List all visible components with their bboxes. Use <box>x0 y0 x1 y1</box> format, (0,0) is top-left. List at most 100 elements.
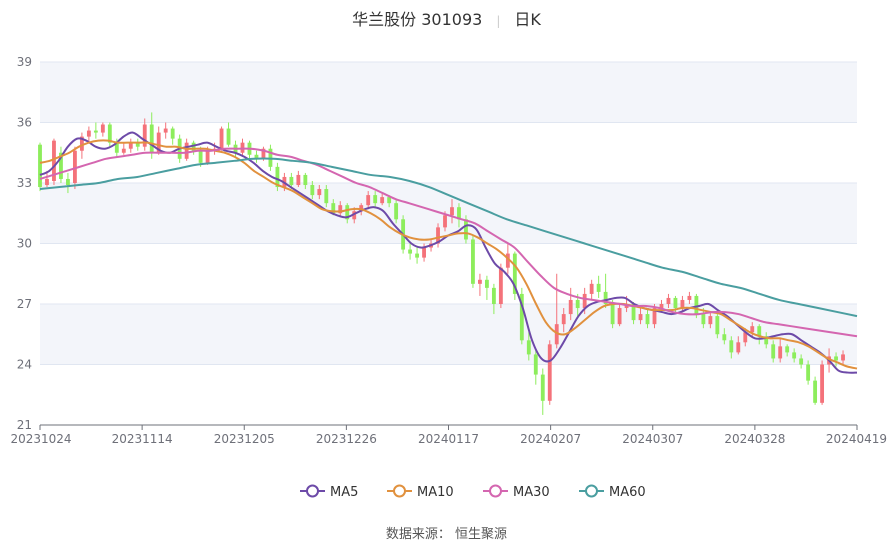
legend-marker <box>489 484 502 498</box>
candle-body <box>491 287 496 304</box>
candle <box>142 118 147 151</box>
candle-body <box>415 253 419 258</box>
candle-body <box>729 340 734 353</box>
legend-marker <box>306 484 319 498</box>
candle-body <box>666 297 671 304</box>
candle-body <box>575 299 580 309</box>
candle-body <box>86 130 91 137</box>
x-tick-label: 20231114 <box>112 432 173 446</box>
candle <box>408 243 413 260</box>
candle-body <box>771 344 776 359</box>
y-tick-label: 30 <box>17 237 32 251</box>
x-axis: 20231024 20231114 20231205 20231226 20240117… <box>10 424 887 446</box>
candle-body <box>645 314 650 325</box>
candles <box>38 112 845 415</box>
x-tick-label: 20240419 <box>826 432 887 446</box>
x-tick-label: 20240328 <box>724 432 785 446</box>
legend: MA5 MA10 MA30 MA60 <box>300 484 646 500</box>
candle-body <box>478 279 482 284</box>
candle-body <box>93 130 98 133</box>
candle-body <box>708 316 713 325</box>
candle-body <box>373 195 378 204</box>
candle-body <box>540 374 545 401</box>
candle <box>687 291 692 304</box>
data-source: 数据来源： 恒生聚源 <box>385 527 508 542</box>
candle-body <box>715 316 720 335</box>
candle-body <box>526 340 531 355</box>
candle-body <box>38 144 42 188</box>
candle <box>540 368 545 415</box>
candle <box>107 122 112 147</box>
candle-body <box>799 358 804 365</box>
band-36 <box>40 62 857 123</box>
candle-body <box>303 174 308 186</box>
candle <box>519 287 524 345</box>
candle-body <box>471 239 475 284</box>
y-tick-label: 21 <box>17 418 32 432</box>
candle <box>219 126 224 151</box>
candle-body <box>198 150 203 163</box>
x-tick-label: 20231226 <box>316 432 377 446</box>
candle-body <box>820 364 825 403</box>
candle-body <box>422 247 426 258</box>
candle-body <box>547 344 552 401</box>
legend-label: MA30 <box>513 485 550 500</box>
candle <box>512 251 517 300</box>
candle <box>415 247 419 264</box>
candle-body <box>680 299 685 309</box>
legend-label: MA60 <box>609 485 646 500</box>
candle <box>52 138 56 186</box>
candle-body <box>806 364 811 381</box>
candle-body <box>778 346 783 359</box>
candle-body <box>450 207 454 216</box>
candle-body <box>785 346 790 353</box>
candlestick-chart: 21242730333639 20231024 20231114 20231205 2… <box>10 55 887 500</box>
x-tick-label: 20240307 <box>622 432 683 446</box>
candle-body <box>296 174 301 186</box>
candle-body <box>170 128 175 139</box>
candle-body <box>184 142 189 159</box>
legend-item-ma10: MA10 <box>387 484 454 500</box>
candle-body <box>464 219 468 240</box>
chart-container: 华兰股份 301093 | 日K 21 24 27 30 33 36 39 20231024 20… <box>0 0 893 542</box>
candle-body <box>638 314 643 321</box>
candle <box>471 235 475 288</box>
candle-body <box>149 124 154 153</box>
y-axis: 21 24 27 30 33 36 39 <box>17 55 32 432</box>
candle-body <box>394 203 399 220</box>
candle-body <box>533 354 538 375</box>
legend-label: MA10 <box>417 485 454 500</box>
candle <box>100 122 105 137</box>
legend-label: MA5 <box>330 485 358 500</box>
candle-body <box>736 342 741 353</box>
candle-body <box>484 279 489 288</box>
candle <box>478 273 482 296</box>
candle <box>135 138 140 151</box>
candle <box>596 275 601 298</box>
candle-body <box>582 293 587 309</box>
y-tick-label: 27 <box>17 297 32 311</box>
candle-body <box>408 249 413 254</box>
candle-body <box>792 352 797 359</box>
legend-item-ma30: MA30 <box>483 484 550 500</box>
candle <box>170 126 175 145</box>
candle-body <box>687 295 692 300</box>
candle-body <box>701 314 706 325</box>
candle-body <box>750 326 755 333</box>
candle-body <box>498 267 503 304</box>
candle <box>820 360 825 405</box>
candle <box>296 170 301 188</box>
candle <box>813 376 818 405</box>
candle-body <box>841 354 845 361</box>
candle-body <box>610 304 615 325</box>
candle <box>128 138 133 153</box>
candle-body <box>366 195 371 206</box>
candle-body <box>289 176 294 186</box>
x-tick-label: 20240207 <box>520 432 581 446</box>
candle-body <box>66 178 70 186</box>
candle-body <box>673 297 678 309</box>
candle-body <box>205 150 210 163</box>
candle-body <box>310 185 315 196</box>
candle-body <box>561 314 566 325</box>
candle-body <box>568 299 573 315</box>
